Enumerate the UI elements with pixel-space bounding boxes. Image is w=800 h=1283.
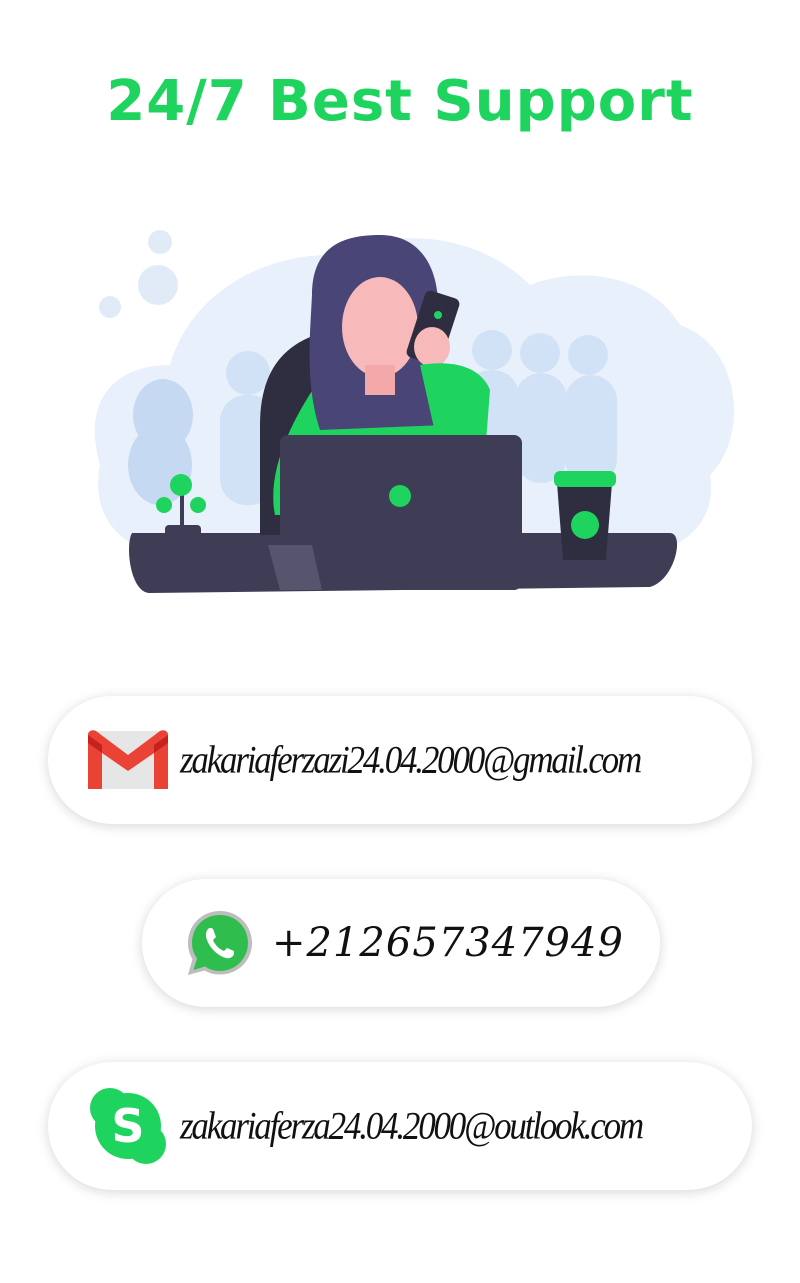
- email-address: zakariaferzazi24.04.2000@gmail.com: [180, 737, 642, 782]
- whatsapp-number: +212657347949: [272, 920, 624, 966]
- svg-text:S: S: [111, 1099, 144, 1153]
- page-title: 24/7 Best Support: [106, 69, 694, 134]
- skype-icon: S: [88, 1086, 168, 1166]
- whatsapp-icon: [182, 905, 258, 981]
- email-contact-pill[interactable]: zakariaferzazi24.04.2000@gmail.com: [48, 696, 752, 824]
- gmail-icon: [88, 729, 168, 791]
- skype-address: zakariaferza24.04.2000@outlook.com: [180, 1103, 644, 1148]
- skype-contact-pill[interactable]: S zakariaferza24.04.2000@outlook.com: [48, 1062, 752, 1190]
- whatsapp-contact-pill[interactable]: +212657347949: [142, 879, 660, 1007]
- support-agent-illustration-icon: [94, 230, 734, 593]
